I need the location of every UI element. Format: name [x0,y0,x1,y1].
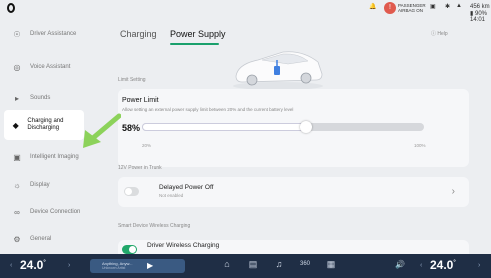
limit-section-title: Limit Setting [118,77,146,83]
airbag-icon: ! [384,2,396,14]
sidebar-item-label: Sounds [30,94,51,101]
trunk-section-title: 12V Power in Trunk [118,165,162,171]
bell-icon: 🔔 [369,4,377,10]
annotation-arrow-icon [83,113,121,148]
power-limit-title: Power Limit [122,97,159,104]
delayed-power-off-title: Delayed Power Off [159,184,214,191]
delayed-power-off-row[interactable]: Delayed Power Off Not enabled › [118,177,469,207]
temp-left-decrease-icon[interactable]: ‹ [10,262,12,269]
active-tab-indicator [170,43,219,45]
bottom-dock: ‹ 24.0° › Anything, Anyw... Unknown Arti… [0,254,491,278]
sidebar-item-display[interactable]: ☼ Display [4,172,84,198]
camera-status-icon: ▣ [430,4,436,10]
wireless-section-title: Smart Device Wireless Charging [118,223,191,229]
signal-icon: ▲ [456,3,462,9]
bluetooth-icon: ✱ [445,4,451,10]
camera-icon: ▣ [13,152,21,162]
airbag-status: PASSENGER AIRBAG ON [398,3,426,13]
slider-handle[interactable] [300,121,312,133]
temp-left-increase-icon[interactable]: › [68,262,70,269]
speaker-icon: ▸ [14,93,19,103]
status-bar: 🔔 ! PASSENGER AIRBAG ON ▣ ✱ ▲ 456 km ▮ 90… [0,0,491,23]
tab-power-supply[interactable]: Power Supply [170,29,226,39]
steering-icon: ☉ [13,29,21,39]
sidebar-item-label: Intelligent Imaging [30,153,79,160]
slider-min-label: 20% [142,143,152,148]
temp-left[interactable]: 24.0° [20,258,46,272]
car-image [233,51,323,90]
home-icon[interactable]: ⌂ [220,259,234,269]
sidebar-item-label: General [30,235,52,242]
play-icon[interactable]: ▶ [147,261,153,270]
plug-icon: ◆ [12,120,19,130]
music-icon[interactable]: ♫ [272,259,286,269]
chevron-right-icon[interactable]: › [452,186,455,197]
power-limit-slider[interactable] [142,121,424,133]
apps-icon[interactable]: ▦ [324,259,338,270]
wireless-charging-title: Driver Wireless Charging [147,242,220,249]
slider-max-label: 100% [414,143,426,148]
media-artist: Unknown Artist [102,266,126,270]
wireless-charging-toggle[interactable] [122,245,137,254]
delayed-power-off-toggle[interactable] [124,187,139,196]
power-limit-description: Allow setting an external power supply l… [122,107,294,112]
voice-icon: ◎ [13,62,21,72]
brand-logo-icon [7,3,15,13]
sidebar-item-label: Driver Assistance [30,30,77,37]
link-icon: ∞ [14,207,20,217]
temp-right-increase-icon[interactable]: › [478,262,480,269]
sidebar-item-general[interactable]: ⚙ General [4,226,84,252]
sun-icon: ☼ [13,180,21,190]
car-icon[interactable]: ▤ [246,259,260,270]
sidebar-item-charging[interactable]: ◆ Charging and Discharging [4,110,84,140]
sidebar-item-device-connection[interactable]: ∞ Device Connection [4,199,84,225]
sidebar-item-label: Voice Assistant [30,63,71,70]
media-player[interactable]: Anything, Anyw... Unknown Artist ▶ [90,259,185,273]
sidebar-item-driver-assistance[interactable]: ☉ Driver Assistance [4,21,84,47]
360-icon[interactable]: 360 [298,261,312,267]
sidebar: ☉ Driver Assistance ◎ Voice Assistant ▸ … [0,17,88,254]
tab-charging[interactable]: Charging [120,29,157,39]
temp-right[interactable]: 24.0° [430,258,456,272]
sidebar-item-label: Device Connection [30,208,81,215]
temp-right-decrease-icon[interactable]: ‹ [420,262,422,269]
sidebar-item-sounds[interactable]: ▸ Sounds [4,85,84,111]
sidebar-item-voice-assistant[interactable]: ◎ Voice Assistant [4,54,84,80]
volume-icon[interactable]: 🔊 [395,260,405,269]
delayed-power-off-status: Not enabled [159,193,184,198]
power-limit-value: 58% [122,123,141,133]
power-limit-card: Power Limit Allow setting an external po… [118,89,469,167]
help-link[interactable]: ⓘ Help [431,30,448,37]
sidebar-item-intelligent-imaging[interactable]: ▣ Intelligent Imaging [4,144,84,170]
gear-icon: ⚙ [13,234,21,244]
sidebar-item-label: Display [30,181,50,188]
main-panel: Charging Power Supply ⓘ Help Limit Setti… [93,17,491,260]
slider-fill [142,123,306,131]
sidebar-item-label: Charging and Discharging [27,118,64,131]
